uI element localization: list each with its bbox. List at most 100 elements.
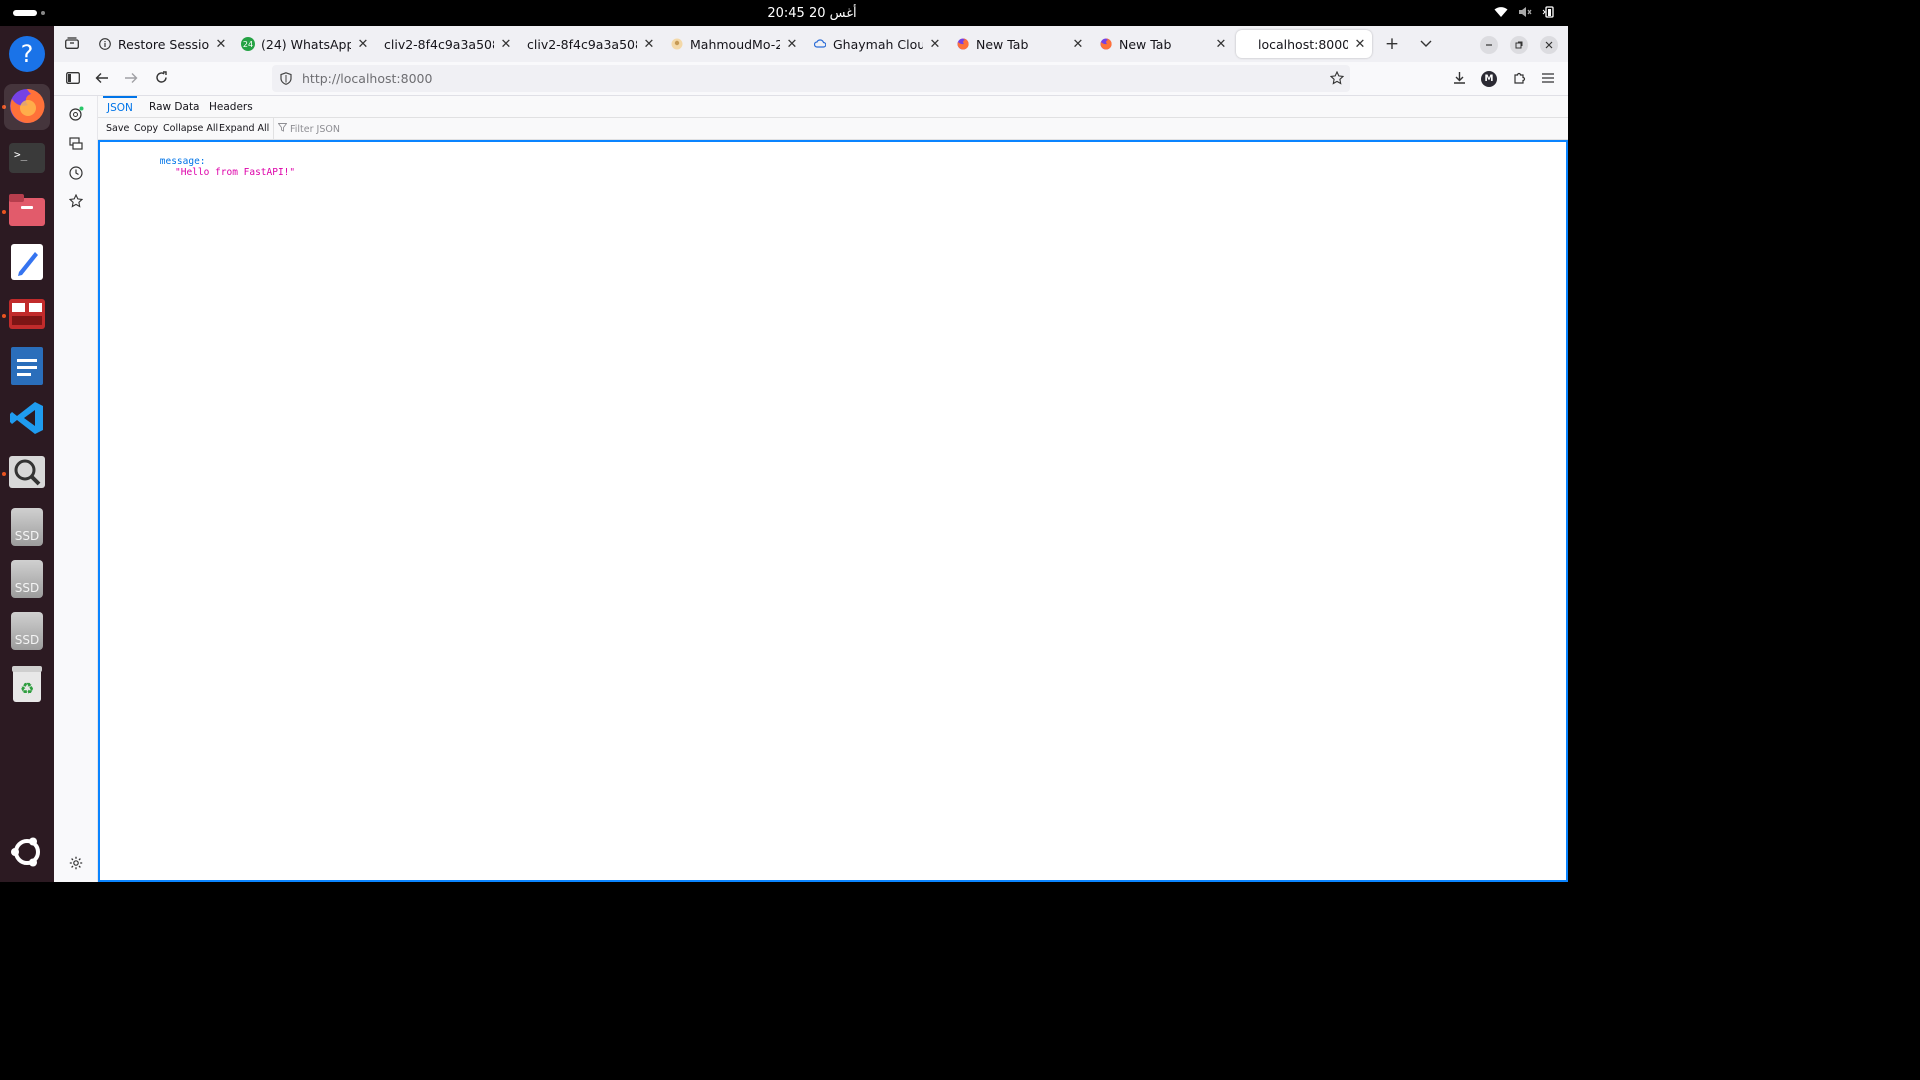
- shield-icon[interactable]: [280, 72, 292, 85]
- firefox-icon: [1099, 37, 1113, 51]
- dock-terminal[interactable]: >_: [4, 136, 50, 182]
- collapse-all-button[interactable]: Collapse All: [163, 118, 218, 140]
- save-button[interactable]: Save: [106, 118, 129, 140]
- account-avatar: M: [1481, 71, 1497, 87]
- sidebar-synced-tabs[interactable]: [67, 136, 85, 154]
- tab-whatsapp[interactable]: 24 (24) WhatsApp ✕: [237, 30, 371, 58]
- svg-text:>_: >_: [14, 148, 28, 161]
- show-apps-button[interactable]: [4, 830, 50, 876]
- application-dock: ? >_ SSD SSD SSD ♻: [0, 26, 54, 882]
- forward-button[interactable]: [122, 70, 140, 88]
- page-content: JSON Raw Data Headers Save Copy Collapse…: [98, 96, 1568, 882]
- minimize-button[interactable]: [1480, 36, 1498, 54]
- text-editor-icon: [11, 243, 43, 283]
- firefox-view-icon: [65, 36, 79, 52]
- firefox-view-button[interactable]: [62, 34, 82, 54]
- expand-all-button[interactable]: Expand All: [219, 118, 269, 140]
- chevron-down-icon: [1420, 37, 1432, 51]
- back-button[interactable]: [93, 70, 111, 88]
- restore-icon: [1515, 38, 1523, 52]
- close-icon[interactable]: ✕: [641, 36, 657, 52]
- close-icon[interactable]: ✕: [927, 36, 943, 52]
- new-tab-button[interactable]: +: [1382, 34, 1402, 54]
- filter-json-input[interactable]: Filter JSON: [273, 118, 340, 140]
- dock-drive-3[interactable]: SSD: [4, 608, 50, 654]
- window-close-button[interactable]: [1540, 36, 1558, 54]
- tab-strip: Restore Session ✕ 24 (24) WhatsApp ✕ cli…: [54, 26, 1568, 62]
- account-button[interactable]: M: [1480, 70, 1498, 88]
- json-row[interactable]: message: "Hello from FastAPI!": [114, 145, 295, 189]
- system-top-bar: 20:45 20 أغس: [0, 0, 1568, 26]
- tab-json[interactable]: JSON: [103, 96, 137, 118]
- whatsapp-badge-icon: 24: [241, 37, 255, 51]
- sidebar-history[interactable]: [67, 165, 85, 183]
- close-icon: [1545, 38, 1553, 52]
- dock-files[interactable]: [4, 188, 50, 234]
- dock-firefox[interactable]: [4, 84, 50, 130]
- battery-icon: [1542, 6, 1556, 18]
- arrow-right-icon: [124, 72, 138, 87]
- tab-label: Ghaymah Cloud: [833, 36, 923, 52]
- extensions-button[interactable]: [1510, 70, 1528, 88]
- close-icon[interactable]: ✕: [1352, 36, 1368, 52]
- writer-icon: [11, 346, 43, 388]
- firefox-icon: [8, 87, 46, 128]
- dock-image-viewer[interactable]: [4, 450, 50, 496]
- address-bar[interactable]: http://localhost:8000: [272, 65, 1350, 92]
- json-viewer-toolbar: Save Copy Collapse All Expand All Filter…: [98, 118, 1568, 140]
- dock-drive-2[interactable]: SSD: [4, 556, 50, 602]
- json-tree-panel[interactable]: message: "Hello from FastAPI!": [98, 140, 1568, 882]
- reload-button[interactable]: [152, 70, 170, 88]
- close-icon[interactable]: ✕: [784, 36, 800, 52]
- downloads-button[interactable]: [1450, 70, 1468, 88]
- tab-cliv2-1[interactable]: cliv2-8f4c9a3a5084.h ✕: [380, 30, 514, 58]
- dock-vscode[interactable]: [4, 396, 50, 442]
- close-icon[interactable]: ✕: [498, 36, 514, 52]
- copy-button[interactable]: Copy: [134, 118, 158, 140]
- svg-text:?: ?: [21, 40, 34, 68]
- dock-help[interactable]: ?: [4, 32, 50, 78]
- bookmark-star-icon[interactable]: [1330, 71, 1344, 85]
- filter-icon: [277, 123, 288, 135]
- folder-icon: [9, 193, 45, 229]
- restore-button[interactable]: [1510, 36, 1528, 54]
- synced-tabs-icon: [69, 137, 83, 153]
- tab-label: (24) WhatsApp: [261, 36, 351, 52]
- tab-raw-data[interactable]: Raw Data: [145, 96, 204, 118]
- sidebar-ai-chatbot[interactable]: [67, 106, 85, 124]
- tab-localhost[interactable]: localhost:8000/ ✕: [1236, 30, 1372, 58]
- sidebar-bookmarks[interactable]: [67, 193, 85, 211]
- list-all-tabs-button[interactable]: [1416, 34, 1436, 54]
- dock-trash[interactable]: ♻: [4, 662, 50, 708]
- gear-icon: [69, 856, 83, 873]
- tab-restore-session[interactable]: Restore Session ✕: [94, 30, 229, 58]
- close-icon[interactable]: ✕: [1070, 36, 1086, 52]
- dock-drive-1[interactable]: SSD: [4, 504, 50, 550]
- arrow-left-icon: [95, 72, 109, 87]
- tab-label: Restore Session: [118, 36, 209, 52]
- tab-ghaymah-cloud[interactable]: Ghaymah Cloud ✕: [809, 30, 943, 58]
- app-menu-button[interactable]: [1539, 70, 1557, 88]
- magnifier-icon: [9, 455, 45, 491]
- navigation-toolbar: http://localhost:8000 M: [54, 62, 1568, 96]
- info-icon: [98, 37, 112, 51]
- sidebar-toggle-button[interactable]: [64, 70, 82, 88]
- close-icon[interactable]: ✕: [1213, 36, 1229, 52]
- close-icon[interactable]: ✕: [355, 36, 371, 52]
- tab-github-repo[interactable]: MahmoudMo-23/ ✕: [666, 30, 800, 58]
- close-icon[interactable]: ✕: [213, 36, 229, 52]
- dock-libreoffice-writer[interactable]: [4, 344, 50, 390]
- tab-headers[interactable]: Headers: [205, 96, 257, 118]
- tab-new-tab-2[interactable]: New Tab ✕: [1095, 30, 1229, 58]
- github-avatar-icon: [670, 37, 684, 51]
- dock-remote-desktop[interactable]: [4, 292, 50, 338]
- activities-button[interactable]: [13, 10, 37, 16]
- tab-cliv2-2[interactable]: cliv2-8f4c9a3a5084.h ✕: [523, 30, 657, 58]
- tab-new-tab-1[interactable]: New Tab ✕: [952, 30, 1086, 58]
- system-tray[interactable]: [1494, 6, 1556, 18]
- system-clock[interactable]: 20:45 20 أغس: [700, 0, 924, 26]
- dock-text-editor[interactable]: [4, 240, 50, 286]
- plus-icon: +: [1384, 34, 1400, 54]
- sidebar-settings[interactable]: [67, 855, 85, 873]
- help-icon: ?: [8, 35, 46, 76]
